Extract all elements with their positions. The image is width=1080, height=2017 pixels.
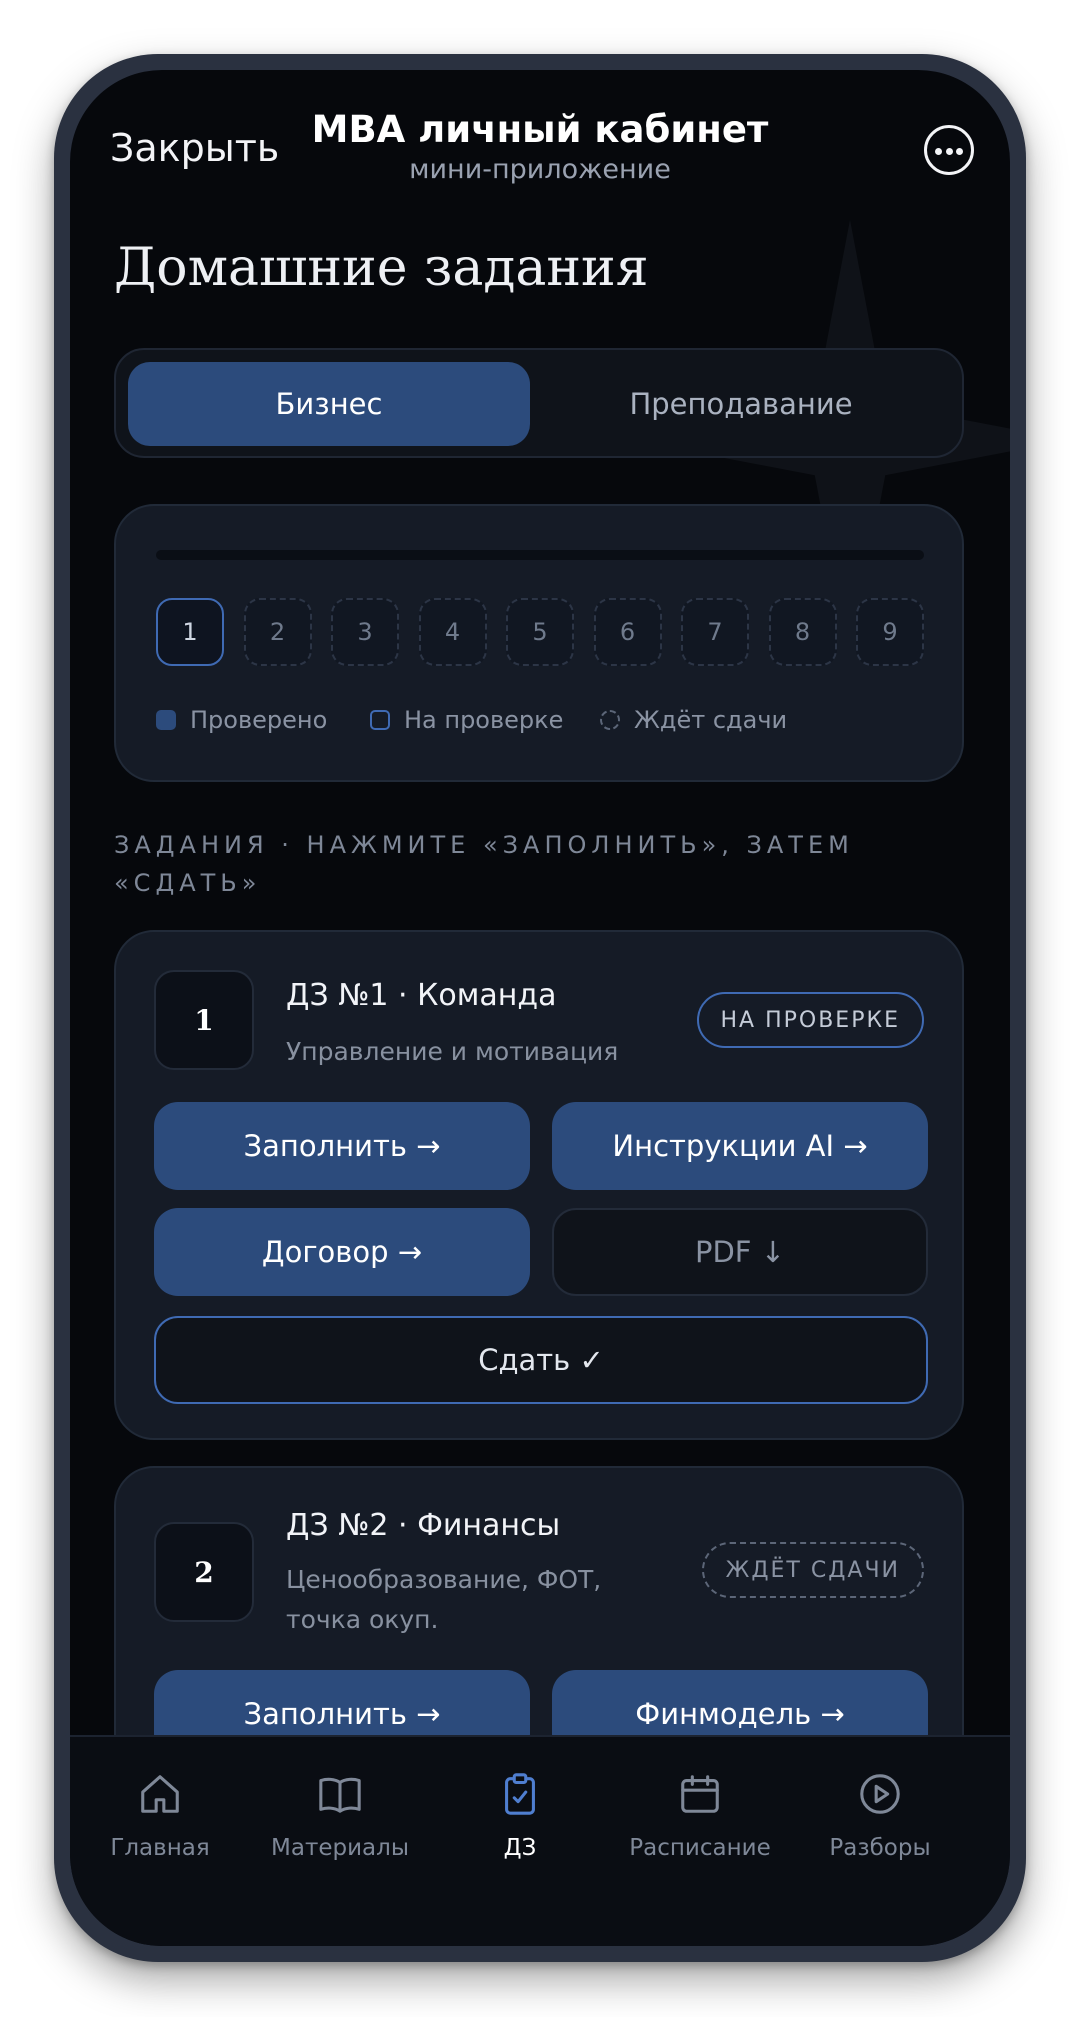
- legend-review-label: На проверке: [404, 706, 564, 734]
- review-swatch-icon: [370, 710, 390, 730]
- top-bar: Закрыть MBA личный кабинет мини-приложен…: [70, 70, 1010, 250]
- progress-card: 1 2 3 4 5 6 7 8 9 Проверено На проверке …: [114, 504, 964, 782]
- nav-materials[interactable]: Материалы: [250, 1771, 430, 1861]
- book-icon: [319, 1777, 361, 1813]
- nav-schedule[interactable]: Расписание: [610, 1771, 790, 1861]
- task-title: ДЗ №1 · Команда: [286, 978, 557, 1013]
- task-title: ДЗ №2 · Финансы: [286, 1508, 561, 1543]
- step-9[interactable]: 9: [856, 598, 924, 666]
- step-5[interactable]: 5: [506, 598, 574, 666]
- legend-checked-label: Проверено: [190, 706, 328, 734]
- pdf-download-button[interactable]: PDF ↓: [552, 1208, 928, 1296]
- app-title: MBA личный кабинет: [311, 108, 769, 151]
- legend-wait: Ждёт сдачи: [600, 706, 787, 734]
- progress-bar: [156, 550, 924, 560]
- bottom-nav: Главная Материалы ДЗ Расписание Разборы: [70, 1735, 1010, 1946]
- nav-materials-label: Материалы: [271, 1835, 409, 1861]
- task-subtitle: Ценообразование, ФОТ, точка окуп.: [286, 1565, 602, 1634]
- task-number: 1: [154, 970, 254, 1070]
- step-8[interactable]: 8: [768, 598, 837, 666]
- ai-instructions-button[interactable]: Инструкции AI →: [552, 1102, 928, 1190]
- tab-teaching[interactable]: Преподавание: [540, 362, 942, 446]
- status-badge: ЖДЁТ СДАЧИ: [701, 1542, 924, 1598]
- nav-schedule-label: Расписание: [629, 1835, 771, 1861]
- legend-wait-label: Ждёт сдачи: [634, 706, 788, 734]
- nav-home[interactable]: Главная: [70, 1771, 250, 1861]
- step-2[interactable]: 2: [243, 598, 312, 666]
- track-tabs: Бизнес Преподавание: [114, 348, 964, 458]
- app-screen: Закрыть MBA личный кабинет мини-приложен…: [70, 70, 1010, 1946]
- task-number: 2: [154, 1522, 254, 1622]
- nav-homework-label: ДЗ: [503, 1835, 537, 1861]
- nav-homework[interactable]: ДЗ: [430, 1771, 610, 1861]
- task-subtitle: Управление и мотивация: [286, 1037, 619, 1066]
- step-7[interactable]: 7: [681, 598, 749, 666]
- step-4[interactable]: 4: [418, 598, 487, 666]
- fill-button[interactable]: Заполнить →: [154, 1102, 530, 1190]
- wait-swatch-icon: [600, 710, 620, 730]
- task-card-1: 1 ДЗ №1 · Команда Управление и мотивация…: [114, 930, 964, 1440]
- clipboard-check-icon: [505, 1773, 535, 1815]
- step-3[interactable]: 3: [331, 598, 399, 666]
- page-title: Домашние задания: [114, 238, 649, 298]
- more-dots-icon[interactable]: [924, 125, 974, 175]
- legend-review: На проверке: [370, 706, 563, 734]
- submit-button[interactable]: Сдать ✓: [154, 1316, 928, 1404]
- home-icon: [141, 1775, 179, 1813]
- nav-home-label: Главная: [110, 1835, 210, 1861]
- step-1[interactable]: 1: [156, 598, 224, 666]
- calendar-icon: [681, 1775, 719, 1813]
- step-6[interactable]: 6: [593, 598, 662, 666]
- app-subtitle: мини-приложение: [409, 154, 671, 185]
- checked-swatch-icon: [156, 710, 176, 730]
- tab-business[interactable]: Бизнес: [128, 362, 530, 446]
- status-badge: НА ПРОВЕРКЕ: [696, 992, 924, 1048]
- play-circle-icon: [860, 1774, 900, 1814]
- nav-reviews[interactable]: Разборы: [790, 1771, 970, 1861]
- section-label: ЗАДАНИЯ · НАЖМИТЕ «ЗАПОЛНИТЬ», ЗАТЕМ «СД…: [114, 831, 854, 897]
- contract-button[interactable]: Договор →: [154, 1208, 530, 1296]
- legend-checked: Проверено: [156, 706, 327, 734]
- nav-reviews-label: Разборы: [829, 1835, 931, 1861]
